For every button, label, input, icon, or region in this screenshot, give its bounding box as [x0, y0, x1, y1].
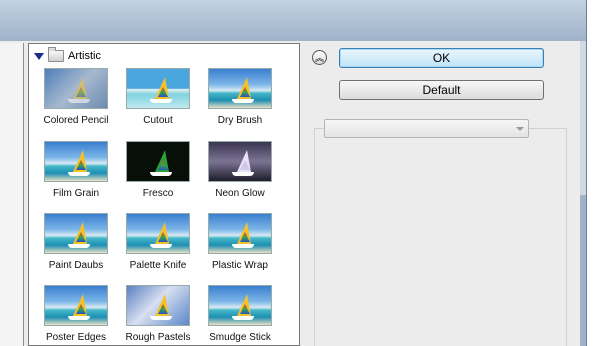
filter-label: Palette Knife	[129, 260, 187, 271]
filter-label: Dry Brush	[217, 115, 263, 126]
filter-thumbnail[interactable]	[126, 141, 190, 182]
filter-thumbnail[interactable]	[208, 213, 272, 254]
folder-label: Artistic	[68, 50, 101, 62]
filter-label: Paint Daubs	[48, 260, 104, 271]
filter-options-area	[314, 128, 567, 346]
filter-thumbnail[interactable]	[208, 285, 272, 326]
filter-label: Film Grain	[52, 188, 100, 199]
filter-label: Poster Edges	[45, 332, 107, 343]
filter-select-dropdown[interactable]	[324, 119, 529, 138]
filter-tile[interactable]: Dry Brush	[199, 66, 281, 132]
sailboat-hull	[150, 172, 172, 176]
sailboat-hull	[232, 316, 254, 320]
filter-label: Colored Pencil	[43, 115, 109, 126]
filter-tile[interactable]: Poster Edges	[35, 283, 117, 345]
chevron-down-icon	[516, 127, 524, 131]
sailboat-hull	[150, 99, 172, 103]
filter-tile[interactable]: Palette Knife	[117, 211, 199, 277]
filter-tile[interactable]: Rough Pastels	[117, 283, 199, 345]
default-button[interactable]: Default	[339, 80, 544, 100]
filter-label: Smudge Stick	[209, 332, 271, 343]
filter-thumbnail[interactable]	[126, 285, 190, 326]
filter-gallery-dialog: Artistic Colored Pencil Cutout Dry Brush Fi…	[0, 41, 580, 346]
filter-tile[interactable]: Colored Pencil	[35, 66, 117, 132]
filter-label: Fresco	[142, 188, 174, 199]
filter-thumbnail[interactable]	[44, 68, 108, 109]
settings-panel: ︽ OK Default	[304, 43, 580, 346]
filter-tile[interactable]: Smudge Stick	[199, 283, 281, 345]
filter-thumbnail[interactable]	[44, 141, 108, 182]
filter-thumbnail[interactable]	[208, 68, 272, 109]
folder-header[interactable]: Artistic	[34, 47, 101, 64]
filter-gallery-panel: Artistic Colored Pencil Cutout Dry Brush Fi…	[28, 43, 300, 346]
sailboat-hull	[150, 244, 172, 248]
ok-button[interactable]: OK	[339, 48, 544, 68]
window-titlebar[interactable]	[0, 0, 586, 41]
double-chevron-up-icon[interactable]: ︽	[312, 50, 327, 65]
filter-tile[interactable]: Paint Daubs	[35, 211, 117, 277]
filter-label: Cutout	[143, 115, 173, 126]
sailboat-hull	[68, 99, 90, 103]
sailboat-hull	[150, 316, 172, 320]
filter-label: Rough Pastels	[125, 332, 191, 343]
filter-tile[interactable]: Film Grain	[35, 139, 117, 205]
sailboat-hull	[232, 99, 254, 103]
filter-thumbnail[interactable]	[126, 68, 190, 109]
triangle-down-icon[interactable]	[34, 52, 44, 60]
preview-panel	[0, 43, 24, 346]
sailboat-hull	[232, 172, 254, 176]
folder-icon	[48, 47, 64, 62]
filter-thumbnail[interactable]	[126, 213, 190, 254]
sailboat-hull	[68, 172, 90, 176]
filter-tile[interactable]: Neon Glow	[199, 139, 281, 205]
filter-label: Plastic Wrap	[212, 260, 268, 271]
filter-thumbnail[interactable]	[208, 141, 272, 182]
sailboat-hull	[68, 244, 90, 248]
filter-thumbnail[interactable]	[44, 213, 108, 254]
sailboat-hull	[68, 316, 90, 320]
filter-tile[interactable]: Fresco	[117, 139, 199, 205]
filter-tile[interactable]: Plastic Wrap	[199, 211, 281, 277]
filter-thumbnail[interactable]	[44, 285, 108, 326]
filter-label: Neon Glow	[215, 188, 265, 199]
window-scrollbar-thumb[interactable]	[580, 195, 586, 346]
filter-tile[interactable]: Cutout	[117, 66, 199, 132]
sailboat-hull	[232, 244, 254, 248]
